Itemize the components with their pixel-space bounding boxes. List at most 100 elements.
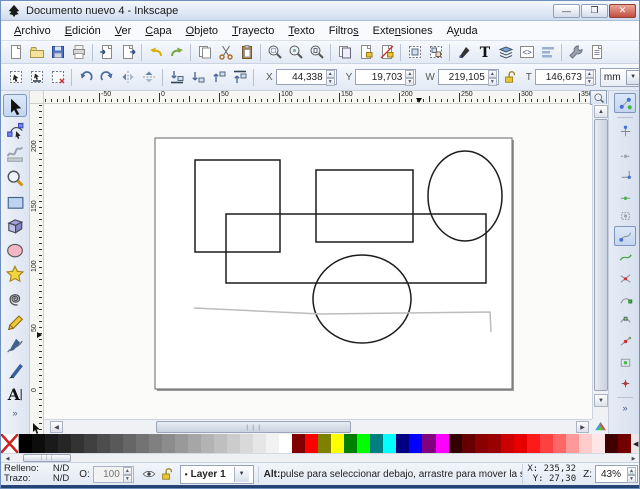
snap-bbox-button[interactable] [614, 121, 636, 141]
fill-stroke-indicator[interactable]: Relleno: N/D Trazo: N/D [4, 464, 69, 484]
color-swatch[interactable] [527, 434, 540, 453]
color-swatch[interactable] [592, 434, 605, 453]
zoom-page-icon[interactable] [306, 43, 327, 62]
color-swatch[interactable] [214, 434, 227, 453]
undo-icon[interactable] [145, 43, 166, 62]
vertical-scroll-thumb[interactable] [594, 119, 608, 391]
snap-bbox-centers-button[interactable] [614, 205, 636, 225]
paste-icon[interactable] [236, 43, 257, 62]
color-swatch[interactable] [553, 434, 566, 453]
color-swatch[interactable] [292, 434, 305, 453]
color-swatch[interactable] [318, 434, 331, 453]
color-swatch[interactable] [175, 434, 188, 453]
print-icon[interactable] [68, 43, 89, 62]
tool-star[interactable] [3, 262, 27, 285]
preferences-icon[interactable] [565, 43, 586, 62]
color-swatch[interactable] [514, 434, 527, 453]
ungroup-icon[interactable] [425, 43, 446, 62]
color-swatch[interactable] [605, 434, 618, 453]
color-swatch[interactable] [201, 434, 214, 453]
scroll-up-button[interactable]: ▲ [594, 105, 608, 118]
y-spinner[interactable]: ▲▼ [405, 70, 414, 84]
color-swatch[interactable] [331, 434, 344, 453]
snap-bbox-edges-button[interactable] [614, 142, 636, 162]
menu-objeto[interactable]: Objeto [179, 23, 225, 39]
snap-nodes-toggle-button[interactable] [614, 226, 636, 246]
zoom-selection-icon[interactable] [264, 43, 285, 62]
rotate-ccw-icon[interactable] [75, 68, 96, 87]
color-swatch[interactable] [97, 434, 110, 453]
menu-edicin[interactable]: Edición [58, 23, 108, 39]
color-swatch[interactable] [19, 434, 32, 453]
color-swatch[interactable] [422, 434, 435, 453]
menu-extensiones[interactable]: Extensiones [366, 23, 440, 39]
fill-stroke-icon[interactable] [453, 43, 474, 62]
color-swatch[interactable] [488, 434, 501, 453]
clone-icon[interactable] [355, 43, 376, 62]
color-swatch[interactable] [449, 434, 462, 453]
color-swatch[interactable] [136, 434, 149, 453]
color-swatch[interactable] [566, 434, 579, 453]
group-icon[interactable] [404, 43, 425, 62]
x-field[interactable]: 44,338▲▼ [276, 69, 337, 85]
color-swatch[interactable] [123, 434, 136, 453]
horizontal-scrollbar[interactable]: ◀ ❘❘❘ ▶ [44, 419, 592, 434]
unit-selector[interactable]: mm▼ [600, 68, 640, 87]
sticky-zoom-button[interactable]: : [590, 90, 607, 105]
snap-rotation-centers-button[interactable] [614, 373, 636, 393]
snap-paths-button[interactable] [614, 247, 636, 267]
rotate-cw-icon[interactable] [96, 68, 117, 87]
tool-zoom[interactable] [3, 166, 27, 189]
color-swatch[interactable] [227, 434, 240, 453]
opacity-field[interactable]: 100▲▼ [93, 466, 134, 483]
scroll-down-button[interactable]: ▼ [594, 394, 608, 407]
lock-ratio-icon[interactable] [503, 69, 517, 85]
tool-bezier-pen[interactable] [3, 334, 27, 357]
layer-selector[interactable]: • Layer 1 ▼ [180, 465, 254, 484]
toolbox-overflow-button[interactable]: » [12, 408, 17, 418]
color-swatch[interactable] [409, 434, 422, 453]
layer-lock-icon[interactable] [158, 466, 176, 482]
deselect-icon[interactable] [47, 68, 68, 87]
flip-vertical-icon[interactable] [138, 68, 159, 87]
color-swatch[interactable] [344, 434, 357, 453]
tool-tweak[interactable] [3, 142, 27, 165]
color-swatch[interactable] [266, 434, 279, 453]
palette-arrow-button[interactable]: ◀ [631, 434, 640, 453]
color-swatch[interactable] [253, 434, 266, 453]
title-bar[interactable]: Documento nuevo 4 - Inkscape — ❐ ✕ [1, 1, 640, 21]
export-icon[interactable] [117, 43, 138, 62]
snap-midpoints-button[interactable] [614, 331, 636, 351]
document-properties-icon[interactable] [586, 43, 607, 62]
swatch-none[interactable] [1, 434, 19, 453]
palette-scrollbar[interactable]: ◀ ❘❘❘ ▶ [1, 453, 640, 462]
flip-horizontal-icon[interactable] [117, 68, 138, 87]
color-swatch[interactable] [162, 434, 175, 453]
align-icon[interactable] [537, 43, 558, 62]
copy-icon[interactable] [194, 43, 215, 62]
minimize-button[interactable]: — [553, 4, 580, 18]
close-button[interactable]: ✕ [609, 4, 636, 18]
color-swatch[interactable] [436, 434, 449, 453]
snapbar-overflow-button[interactable]: » [622, 403, 627, 413]
menu-archivo[interactable]: Archivo [7, 23, 58, 39]
tool-pencil[interactable] [3, 310, 27, 333]
tool-node-editor[interactable] [3, 118, 27, 141]
color-swatch[interactable] [618, 434, 631, 453]
color-managed-display-icon[interactable] [592, 419, 608, 434]
palette-scroll-thumb[interactable]: ❘❘❘ [23, 454, 71, 462]
height-spinner[interactable]: ▲▼ [585, 70, 594, 84]
raise-to-top-icon[interactable] [229, 68, 250, 87]
color-swatch[interactable] [58, 434, 71, 453]
scroll-right-button[interactable]: ▶ [576, 421, 589, 433]
snap-path-intersections-button[interactable] [614, 268, 636, 288]
color-swatch[interactable] [383, 434, 396, 453]
lower-to-bottom-icon[interactable] [166, 68, 187, 87]
select-all-icon[interactable] [5, 68, 26, 87]
select-in-all-layers-icon[interactable] [26, 68, 47, 87]
zoom-drawing-icon[interactable] [285, 43, 306, 62]
menu-capa[interactable]: Capa [138, 23, 178, 39]
color-swatch[interactable] [84, 434, 97, 453]
color-swatch[interactable] [579, 434, 592, 453]
opacity-spinner[interactable]: ▲▼ [123, 467, 132, 481]
